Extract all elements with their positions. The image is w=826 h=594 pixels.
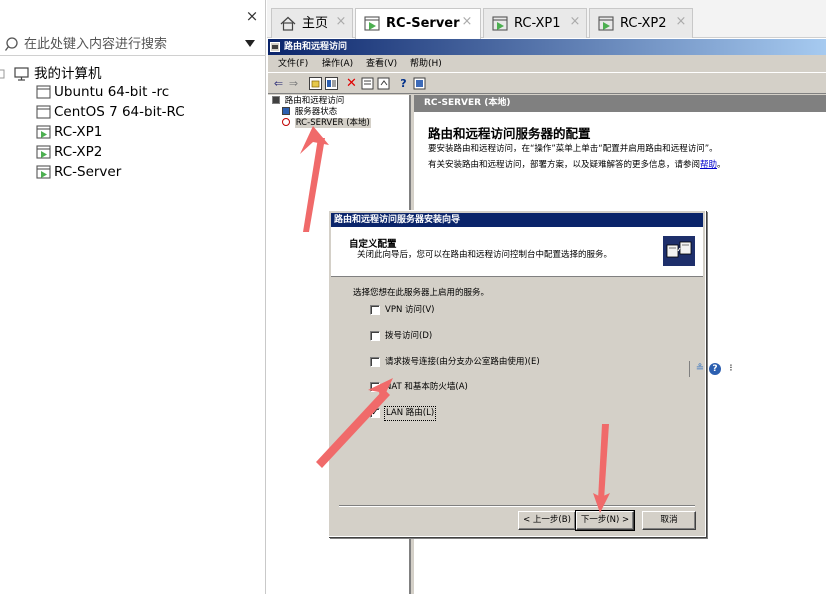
wizard-prompt: 选择您想在此服务器上启用的服务。	[353, 288, 490, 298]
option-label: NAT 和基本防火墙(A)	[385, 382, 468, 392]
option-label: LAN 路由(L)	[383, 406, 437, 421]
vm-screen[interactable]: 路由和远程访问 文件(F) 操作(A) 查看(V) 帮助(H) ⇐ ⇒ ✕ ?	[268, 39, 826, 594]
tree-node-rc-server[interactable]: RC-SERVER (本地)	[282, 118, 371, 129]
home-icon	[280, 16, 296, 31]
menu-action[interactable]: 操作(A)	[318, 55, 357, 73]
vm-stopped-icon	[36, 105, 51, 119]
tree-node-label: 服务器状态	[294, 107, 338, 117]
routing-icon	[270, 42, 280, 52]
checkbox[interactable]	[370, 382, 380, 392]
vm-running-icon	[36, 165, 51, 179]
toolbar-divider	[689, 361, 690, 377]
checkbox[interactable]	[370, 305, 380, 315]
back-button[interactable]: < 上一步(B)	[518, 511, 576, 530]
search-bar	[0, 32, 266, 56]
vm-running-icon	[36, 125, 51, 139]
close-icon[interactable]: ×	[674, 15, 688, 29]
chevron-updown-icon[interactable]: ⁝	[724, 362, 738, 376]
details-header: RC-SERVER (本地)	[414, 95, 826, 112]
vm-running-icon	[364, 16, 380, 31]
mmc-title-bar: 路由和远程访问	[268, 39, 826, 55]
vm-stopped-icon	[36, 85, 51, 99]
search-input[interactable]	[24, 34, 238, 54]
cancel-button[interactable]: 取消	[642, 511, 696, 530]
vm-running-icon	[598, 16, 614, 31]
details-title: 路由和远程访问服务器的配置	[428, 126, 591, 141]
details-text: 。	[717, 160, 726, 170]
up-folder-icon[interactable]	[308, 76, 323, 91]
vm-running-icon	[492, 16, 508, 31]
close-icon[interactable]: ×	[334, 15, 348, 29]
tree-node-routing[interactable]: 路由和远程访问	[272, 96, 344, 107]
menu-view[interactable]: 查看(V)	[362, 55, 401, 73]
mmc-toolbar: ⇐ ⇒ ✕ ?	[268, 74, 826, 94]
library-panel: × 我的计算机 Ubuntu 64-bit -rc CentOS 7	[0, 0, 266, 594]
mmc-title: 路由和远程访问	[284, 42, 348, 52]
close-library-button[interactable]: ×	[244, 8, 260, 24]
tree-item-label: Ubuntu 64-bit -rc	[54, 84, 170, 100]
option-label: 请求拨号连接(由分支办公室路由使用)(E)	[385, 357, 540, 367]
tab-bar: 主页 × RC-Server × RC-XP1 × RC-XP2 ×	[267, 0, 826, 39]
back-arrow-icon[interactable]: ⇐	[271, 76, 286, 91]
menu-help[interactable]: 帮助(H)	[406, 55, 446, 73]
tab-home[interactable]: 主页 ×	[271, 8, 353, 38]
tree-node-label: 路由和远程访问	[284, 96, 345, 106]
delete-icon[interactable]: ✕	[344, 76, 359, 91]
wizard-subheading: 关闭此向导后，您可以在路由和远程访问控制台中配置选择的服务。	[357, 250, 613, 260]
routing-icon	[272, 96, 280, 104]
tree-item-label: RC-XP2	[54, 144, 103, 160]
next-button[interactable]: 下一步(N) >	[575, 510, 635, 531]
help-icon[interactable]: ?	[396, 76, 411, 91]
tree-item-label: CentOS 7 64-bit-RC	[54, 104, 185, 120]
wizard-header: 自定义配置 关闭此向导后，您可以在路由和远程访问控制台中配置选择的服务。	[331, 227, 703, 277]
tab-label: RC-XP2	[620, 16, 667, 31]
option-label: 拨号访问(D)	[385, 331, 433, 341]
tab-rc-xp2[interactable]: RC-XP2 ×	[589, 8, 693, 38]
export-icon[interactable]	[376, 76, 391, 91]
tree-item-label: 我的计算机	[34, 66, 102, 82]
divider	[339, 505, 695, 507]
network-icon[interactable]: ≗	[693, 362, 707, 376]
forward-arrow-icon[interactable]: ⇒	[286, 76, 301, 91]
tab-label: 主页	[302, 16, 329, 31]
help-icon[interactable]: ?	[709, 363, 721, 375]
close-icon[interactable]: ×	[568, 15, 582, 29]
tree-node-label: RC-SERVER (本地)	[294, 118, 371, 128]
mmc-menu-bar: 文件(F) 操作(A) 查看(V) 帮助(H)	[268, 55, 826, 73]
close-icon[interactable]: ×	[460, 15, 474, 29]
details-text-help: 有关安装路由和远程访问，部署方案，以及疑难解答的更多信息，请参阅帮助。	[428, 159, 726, 171]
checkbox-checked[interactable]: ✓	[370, 408, 380, 418]
network-servers-icon	[663, 236, 695, 266]
details-text: 有关安装路由和远程访问，部署方案，以及疑难解答的更多信息，请参阅	[428, 160, 701, 170]
option-label: VPN 访问(V)	[385, 305, 435, 315]
tree-expander-icon[interactable]	[0, 68, 5, 80]
show-tree-icon[interactable]	[324, 76, 339, 91]
tab-rc-xp1[interactable]: RC-XP1 ×	[483, 8, 587, 38]
tree-item-label: RC-XP1	[54, 124, 103, 140]
details-text: 要安装路由和远程访问，在“操作”菜单上单击“配置并启用路由和远程访问”。	[428, 144, 718, 154]
floating-toolbar: ≗ ? ⁝	[689, 360, 735, 378]
vm-running-icon	[36, 145, 51, 159]
wizard-title-bar: 路由和远程访问服务器安装向导	[331, 213, 703, 227]
tree-item-label: RC-Server	[54, 164, 122, 180]
tab-label: RC-XP1	[514, 16, 561, 31]
tab-rc-server[interactable]: RC-Server ×	[355, 8, 481, 39]
menu-file[interactable]: 文件(F)	[274, 55, 312, 73]
search-dropdown-icon[interactable]	[245, 40, 255, 47]
server-status-icon	[282, 107, 290, 115]
help-link[interactable]: 帮助	[700, 160, 717, 170]
tree-node-server-status[interactable]: 服务器状态	[282, 107, 337, 118]
properties-icon[interactable]	[360, 76, 375, 91]
tab-label: RC-Server	[386, 16, 460, 31]
console-icon[interactable]	[412, 76, 427, 91]
computer-icon	[14, 67, 29, 81]
server-stopped-icon	[282, 118, 290, 126]
setup-wizard-dialog: 路由和远程访问服务器安装向导 自定义配置 关闭此向导后，您可以在路由和远程访问控…	[328, 210, 706, 537]
search-icon	[4, 37, 18, 51]
checkbox[interactable]	[370, 331, 380, 341]
checkbox[interactable]	[370, 357, 380, 367]
